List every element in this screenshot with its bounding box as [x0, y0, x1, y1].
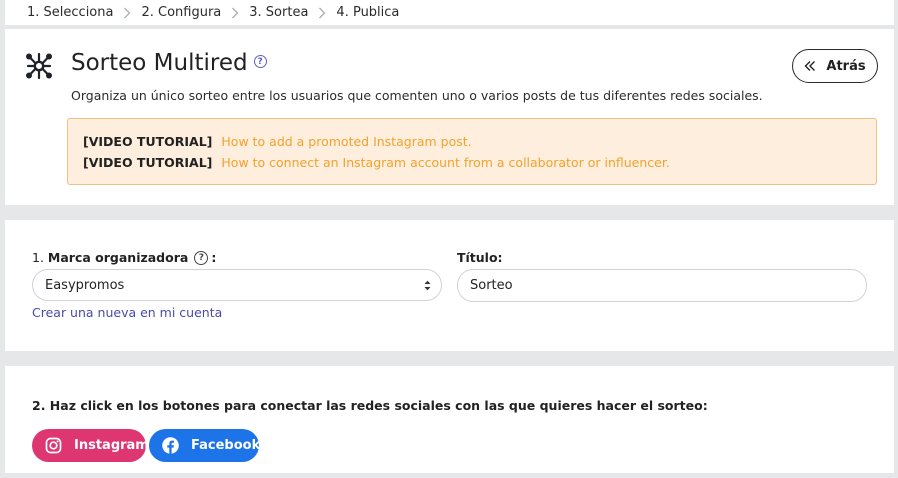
settings-panel: 1. Marca organizadora?: Easypromos Crear…: [5, 220, 894, 351]
chevron-right-icon: [113, 7, 141, 19]
step-selecciona[interactable]: 1. Selecciona: [27, 5, 113, 20]
header-panel: Sorteo Multired? Organiza un único sorte…: [5, 29, 894, 205]
create-brand-link[interactable]: Crear una nueva en mi cuenta: [32, 305, 222, 320]
select-arrows-icon: [424, 280, 431, 291]
facebook-button[interactable]: Facebook: [149, 429, 261, 462]
question-icon[interactable]: ?: [194, 250, 209, 265]
back-button[interactable]: Atrás: [792, 49, 878, 83]
brand-select[interactable]: Easypromos: [32, 269, 442, 301]
page-title: Sorteo Multired?: [71, 50, 267, 76]
question-icon[interactable]: ?: [253, 55, 267, 68]
tutorial-item: [VIDEO TUTORIAL] How to add a promoted In…: [83, 131, 876, 152]
instagram-button-label: Instagram: [74, 438, 149, 453]
step-sortea[interactable]: 3. Sortea: [249, 5, 308, 20]
brand-label: 1. Marca organizadora?:: [32, 250, 216, 266]
chevron-right-icon: [308, 7, 336, 19]
brand-label-text: Marca organizadora: [47, 250, 189, 265]
double-chevron-left-icon: [804, 61, 816, 71]
chevron-right-icon: [221, 7, 249, 19]
brand-select-value: Easypromos: [45, 277, 125, 293]
tutorial-tag: [VIDEO TUTORIAL]: [83, 134, 213, 149]
facebook-button-label: Facebook: [191, 438, 261, 453]
wizard-steps: 1. Selecciona 2. Configura 3. Sortea 4. …: [5, 0, 894, 25]
step-configura[interactable]: 2. Configura: [141, 5, 221, 20]
tutorial-link[interactable]: How to add a promoted Instagram post.: [221, 134, 471, 149]
instagram-icon: [45, 437, 62, 454]
facebook-icon: [162, 437, 179, 454]
social-instruction: 2. Haz click en los botones para conecta…: [32, 398, 708, 413]
title-label: Título:: [457, 250, 503, 265]
tutorial-tag: [VIDEO TUTORIAL]: [83, 155, 213, 170]
page-title-text: Sorteo Multired: [71, 50, 248, 76]
step-publica[interactable]: 4. Publica: [336, 5, 399, 20]
back-button-label: Atrás: [826, 58, 866, 74]
tutorial-link[interactable]: How to connect an Instagram account from…: [221, 155, 669, 170]
network-icon: [24, 49, 54, 83]
tutorial-item: [VIDEO TUTORIAL] How to connect an Instag…: [83, 152, 876, 173]
tutorial-box: [VIDEO TUTORIAL] How to add a promoted In…: [67, 118, 877, 185]
instagram-button[interactable]: Instagram: [32, 429, 149, 462]
brand-label-number: 1.: [32, 250, 44, 265]
title-input[interactable]: [457, 269, 867, 302]
social-panel: 2. Haz click en los botones para conecta…: [5, 366, 894, 473]
brand-label-colon: :: [211, 250, 217, 265]
page-subtitle: Organiza un único sorteo entre los usuar…: [71, 88, 763, 103]
